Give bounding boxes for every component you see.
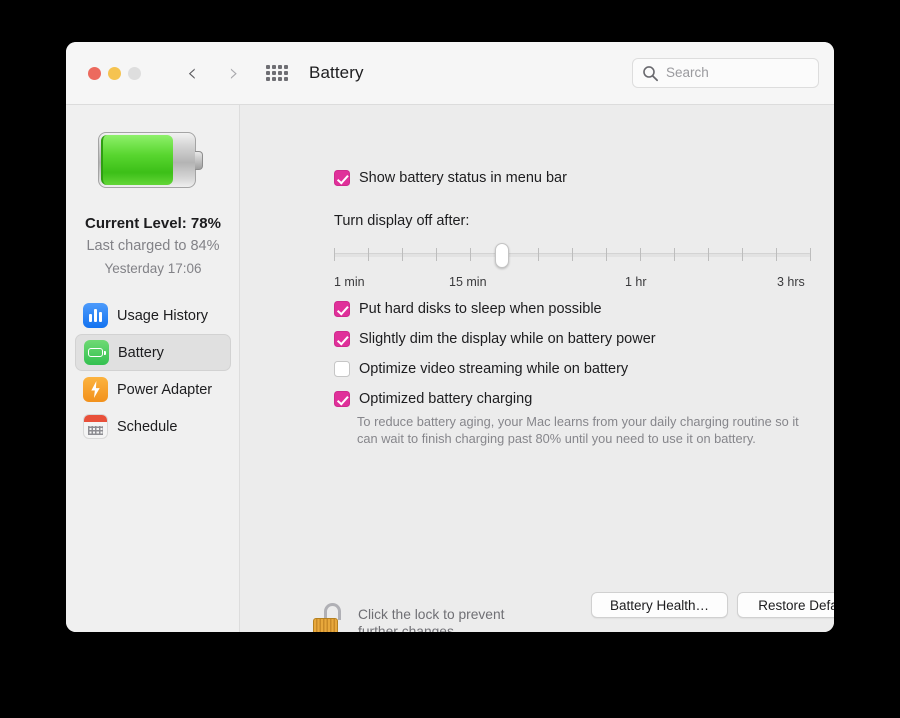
power-adapter-icon xyxy=(83,377,108,402)
window-titlebar: ‹ › Battery Search xyxy=(66,42,834,105)
display-sleep-slider[interactable] xyxy=(334,243,811,268)
sidebar-item-label: Battery xyxy=(118,344,164,361)
all-preferences-grid-icon[interactable] xyxy=(266,65,290,83)
close-button[interactable] xyxy=(88,67,101,80)
back-button[interactable]: ‹ xyxy=(179,60,205,88)
slider-thumb[interactable] xyxy=(495,243,509,268)
checkbox-row-optimized-battery-charging[interactable]: Optimized battery charging xyxy=(334,390,532,408)
sidebar-list: Usage History Battery Power Adapter Sche… xyxy=(75,297,231,445)
slider-label-1-hr: 1 hr xyxy=(625,275,647,289)
checkbox-row-slightly-dim-display[interactable]: Slightly dim the display while on batter… xyxy=(334,330,656,348)
last-charged-time-text: Yesterday 17:06 xyxy=(104,261,202,276)
battery-health-button[interactable]: Battery Health… xyxy=(591,592,728,618)
main-content: Show battery status in menu bar Turn dis… xyxy=(241,105,834,632)
checkbox-show-battery-status[interactable] xyxy=(334,170,350,186)
checkbox-slightly-dim-display[interactable] xyxy=(334,331,350,347)
sidebar-item-power-adapter[interactable]: Power Adapter xyxy=(75,371,231,408)
system-preferences-window: ‹ › Battery Search Current Level: 78% La… xyxy=(66,42,834,632)
search-icon xyxy=(643,66,659,82)
zoom-button[interactable] xyxy=(128,67,141,80)
sidebar: Current Level: 78% Last charged to 84% Y… xyxy=(66,105,240,632)
checkbox-label: Optimized battery charging xyxy=(359,391,533,407)
checkbox-row-optimize-video-streaming[interactable]: Optimize video streaming while on batter… xyxy=(334,360,628,378)
checkbox-label: Slightly dim the display while on batter… xyxy=(359,331,656,347)
padlock-body xyxy=(313,618,338,632)
lock-area[interactable]: Click the lock to prevent further change… xyxy=(311,602,504,632)
sidebar-item-battery[interactable]: Battery xyxy=(75,334,231,371)
battery-fill-level xyxy=(101,135,173,185)
sidebar-item-label: Power Adapter xyxy=(117,381,213,398)
slider-label-15-min: 15 min xyxy=(449,275,487,289)
unlocked-padlock-icon[interactable] xyxy=(311,602,347,632)
current-level-text: Current Level: 78% xyxy=(85,215,221,232)
minimize-button[interactable] xyxy=(108,67,121,80)
usage-history-icon xyxy=(83,303,108,328)
lock-text-line-2: further changes. xyxy=(358,624,458,632)
schedule-calendar-icon xyxy=(83,414,108,439)
battery-terminal xyxy=(195,151,203,170)
checkbox-label: Optimize video streaming while on batter… xyxy=(359,361,629,377)
sidebar-item-usage-history[interactable]: Usage History xyxy=(75,297,231,334)
page-title: Battery xyxy=(309,63,364,82)
forward-button[interactable]: › xyxy=(221,60,247,88)
checkbox-label: Show battery status in menu bar xyxy=(359,170,567,186)
checkbox-optimize-video-streaming[interactable] xyxy=(334,361,350,377)
sidebar-item-schedule[interactable]: Schedule xyxy=(75,408,231,445)
lock-text-line-1: Click the lock to prevent xyxy=(358,606,505,622)
slider-label-1-min: 1 min xyxy=(334,275,365,289)
battery-graphic xyxy=(98,132,203,188)
checkbox-row-show-battery-status[interactable]: Show battery status in menu bar xyxy=(334,169,567,187)
sidebar-item-label: Schedule xyxy=(117,418,178,435)
optimized-charging-hint: To reduce battery aging, your Mac learns… xyxy=(357,414,799,446)
checkbox-hard-disks-sleep[interactable] xyxy=(334,301,350,317)
restore-defaults-button[interactable]: Restore Defaults xyxy=(737,592,834,618)
checkbox-label: Put hard disks to sleep when possible xyxy=(359,301,602,317)
last-charged-text: Last charged to 84% xyxy=(86,238,220,254)
lock-instruction-text: Click the lock to prevent further change… xyxy=(358,606,504,633)
search-placeholder: Search xyxy=(666,65,709,80)
search-field[interactable]: Search xyxy=(632,58,819,88)
sidebar-item-label: Usage History xyxy=(117,307,209,324)
checkbox-row-hard-disks-sleep[interactable]: Put hard disks to sleep when possible xyxy=(334,300,602,318)
turn-display-off-label: Turn display off after: xyxy=(334,213,470,229)
slider-label-3-hrs: 3 hrs xyxy=(777,275,805,289)
battery-icon xyxy=(84,340,109,365)
checkbox-optimized-battery-charging[interactable] xyxy=(334,391,350,407)
